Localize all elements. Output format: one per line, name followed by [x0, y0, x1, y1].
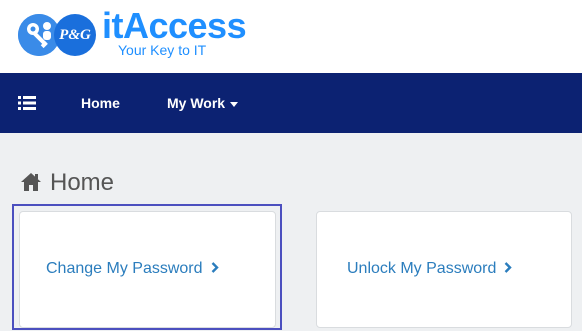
home-icon — [21, 173, 41, 191]
pg-logo-text: P&G — [59, 27, 91, 43]
page-title: Home — [20, 169, 114, 197]
change-password-label: Change My Password — [46, 260, 203, 277]
main-content: Home Change My Password Unlock My Passwo… — [0, 133, 582, 331]
app-title: itAccess — [102, 5, 247, 46]
caret-down-icon — [230, 101, 239, 107]
top-navbar: Home My Work — [0, 73, 582, 133]
chevron-right-icon — [211, 262, 219, 273]
nav-my-work-dropdown[interactable]: My Work — [167, 73, 239, 133]
nav-home-label: Home — [81, 95, 120, 111]
change-password-card[interactable]: Change My Password — [19, 211, 276, 328]
app-header: P&G itAccess Your Key to IT — [0, 0, 582, 73]
change-password-link[interactable]: Change My Password — [46, 260, 219, 278]
app-subtitle: Your Key to IT — [118, 42, 207, 58]
nav-home-link[interactable]: Home — [81, 73, 120, 133]
nav-my-work-label: My Work — [167, 95, 226, 111]
pg-logo-icon: P&G — [54, 14, 96, 56]
unlock-password-link[interactable]: Unlock My Password — [347, 260, 513, 278]
itaccess-logo[interactable]: P&G itAccess Your Key to IT — [18, 5, 278, 64]
unlock-password-card[interactable]: Unlock My Password — [316, 211, 572, 328]
list-icon[interactable] — [18, 94, 36, 112]
unlock-password-label: Unlock My Password — [347, 260, 497, 277]
chevron-right-icon — [505, 262, 513, 273]
page-title-text: Home — [50, 169, 115, 196]
